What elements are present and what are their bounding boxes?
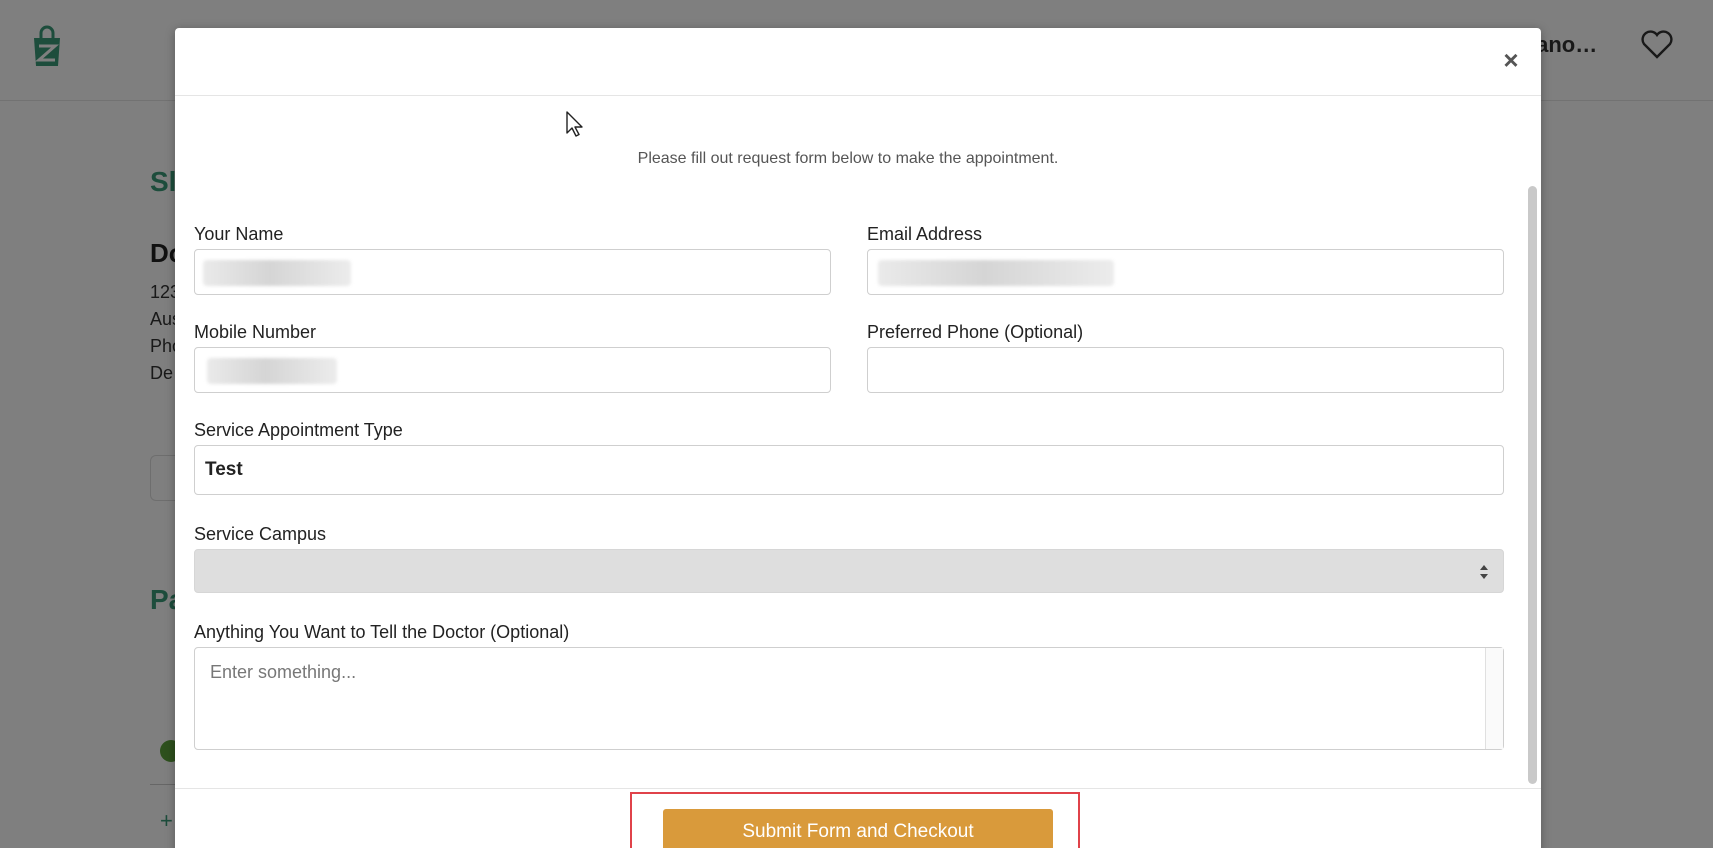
email-input[interactable] [867,249,1504,295]
name-input[interactable] [194,249,831,295]
close-button[interactable]: × [1497,46,1525,74]
modal-body: Please fill out request form below to ma… [175,96,1541,788]
mouse-cursor-icon [566,111,583,137]
appointment-type-value: Test [205,459,243,480]
textarea-scrollbar[interactable] [1485,648,1503,749]
form-intro-text: Please fill out request form below to ma… [637,150,1059,167]
message-textarea[interactable]: Enter something... [194,647,1504,750]
mobile-label: Mobile Number [194,322,317,342]
appointment-modal: × Please fill out request form below to … [175,28,1541,848]
message-label: Anything You Want to Tell the Doctor (Op… [194,622,570,642]
mobile-input[interactable] [194,347,831,393]
appointment-type-label: Service Appointment Type [194,420,403,440]
preferred-phone-label: Preferred Phone (Optional) [867,322,1084,342]
name-label: Your Name [194,224,284,244]
email-label: Email Address [867,224,983,244]
preferred-phone-input[interactable] [867,347,1504,393]
campus-label: Service Campus [194,524,327,544]
modal-scrollbar[interactable] [1528,186,1537,784]
select-arrows-icon [1480,565,1488,579]
campus-select[interactable] [194,549,1504,593]
redacted-value [207,358,337,384]
redacted-value [203,260,351,286]
modal-header: × [175,28,1541,96]
appointment-type-field[interactable]: Test [194,445,1504,495]
submit-checkout-button[interactable]: Submit Form and Checkout [663,809,1053,848]
message-placeholder: Enter something... [210,662,357,682]
modal-footer: Submit Form and Checkout [175,788,1541,848]
redacted-value [878,260,1114,286]
